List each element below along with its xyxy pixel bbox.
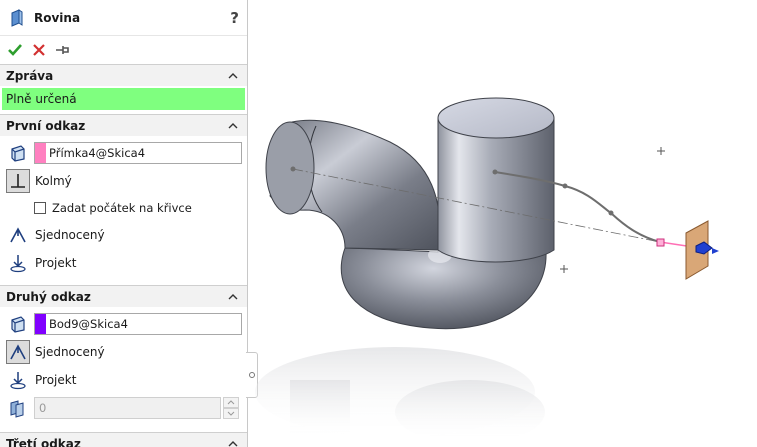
second-reference-color-swatch — [35, 314, 46, 334]
first-reference-title: První odkaz — [6, 118, 86, 133]
sketch-point[interactable] — [492, 169, 498, 175]
project-constraint-button[interactable] — [6, 251, 30, 275]
project-label: Projekt — [35, 373, 77, 387]
cylinder-top-face[interactable] — [437, 97, 555, 139]
coincident-constraint-button[interactable] — [6, 340, 30, 364]
message-section-header[interactable]: Zpráva — [0, 64, 247, 86]
origin-crosshair-icon — [657, 147, 665, 155]
sketch-point[interactable] — [608, 210, 614, 216]
panel-actions — [0, 36, 247, 64]
pipe-open-end[interactable] — [265, 121, 315, 215]
origin-crosshair-icon — [560, 265, 568, 273]
second-reference-selection-text: Bod9@Skica4 — [49, 317, 128, 331]
first-reference-color-swatch — [35, 143, 46, 163]
first-reference-selection-text: Přímka4@Skica4 — [49, 146, 146, 160]
instance-count-spinner[interactable] — [223, 397, 239, 419]
status-message-text: Plně určená — [6, 92, 77, 106]
pushpin-icon[interactable] — [54, 41, 72, 59]
collapse-chevron-icon[interactable] — [227, 120, 239, 132]
reference-entity-icon — [6, 141, 30, 165]
second-reference-title: Druhý odkaz — [6, 289, 91, 304]
status-message: Plně určená — [2, 88, 245, 110]
first-reference-selection-box[interactable]: Přímka4@Skica4 — [34, 142, 242, 164]
coincident-label: Sjednocený — [35, 228, 105, 242]
plane-feature-icon — [11, 8, 23, 27]
project-constraint-button[interactable] — [6, 368, 30, 392]
coincident-constraint-button[interactable] — [6, 223, 30, 247]
collapse-chevron-icon[interactable] — [227, 70, 239, 82]
plane-count-icon — [6, 396, 30, 420]
help-icon[interactable]: ? — [230, 9, 239, 27]
ok-check-icon[interactable] — [6, 41, 24, 59]
model-viewport[interactable] — [249, 0, 757, 447]
message-section-title: Zpráva — [6, 68, 54, 83]
collapse-chevron-icon[interactable] — [227, 438, 239, 447]
panel-title: Rovina — [34, 10, 81, 25]
coincident-label: Sjednocený — [35, 345, 105, 359]
first-reference-header[interactable]: První odkaz — [0, 114, 247, 136]
spinner-up-icon[interactable] — [223, 397, 239, 408]
second-reference-selection-box[interactable]: Bod9@Skica4 — [34, 313, 242, 335]
reference-entity-icon — [6, 312, 30, 336]
instance-count-value: 0 — [39, 401, 47, 415]
selected-end-point[interactable] — [656, 238, 665, 247]
origin-on-curve-checkbox[interactable] — [34, 202, 46, 214]
property-manager-panel: Rovina ? Zpráva Plně určená První odkaz … — [0, 0, 248, 447]
perpendicular-constraint-button[interactable] — [6, 169, 30, 193]
panel-titlebar: Rovina ? — [0, 0, 247, 36]
collapse-chevron-icon[interactable] — [227, 291, 239, 303]
spinner-down-icon[interactable] — [223, 408, 239, 419]
cancel-x-icon[interactable] — [30, 41, 48, 59]
sketch-point[interactable] — [562, 183, 568, 189]
perpendicular-label: Kolmý — [35, 174, 72, 188]
instance-count-input[interactable]: 0 — [34, 397, 221, 419]
third-reference-header[interactable]: Třetí odkaz — [0, 432, 247, 447]
second-reference-header[interactable]: Druhý odkaz — [0, 285, 247, 307]
origin-on-curve-label: Zadat počátek na křivce — [52, 201, 192, 215]
vertical-cylinder[interactable] — [437, 117, 555, 263]
third-reference-title: Třetí odkaz — [6, 436, 81, 447]
floor-reflection — [255, 347, 545, 444]
project-label: Projekt — [35, 256, 77, 270]
triad-arrow-icon[interactable] — [712, 248, 719, 254]
sketch-point[interactable] — [290, 166, 296, 172]
